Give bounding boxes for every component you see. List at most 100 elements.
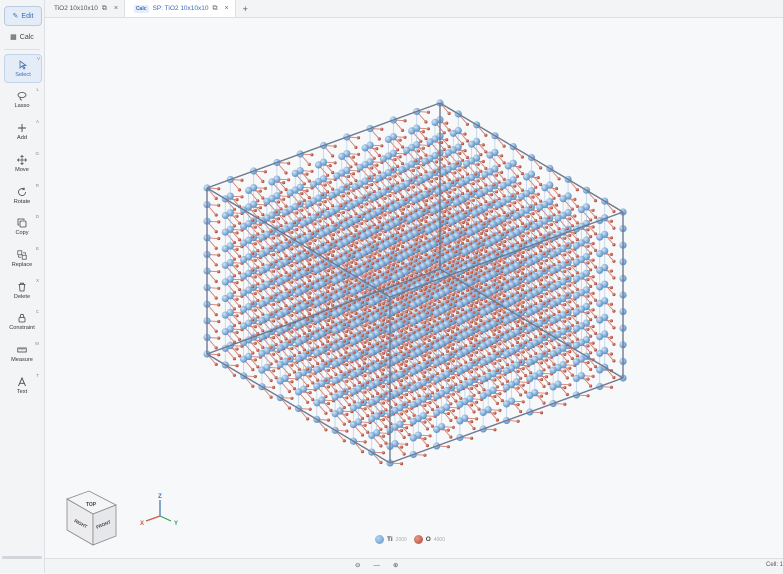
o-atom (298, 268, 301, 271)
mode-calc-button[interactable]: ▦ Calc (4, 27, 40, 47)
o-atom (396, 215, 399, 218)
o-atom (326, 207, 329, 210)
o-atom (275, 360, 278, 363)
o-atom (349, 165, 352, 168)
o-atom (445, 122, 448, 125)
tool-select-button[interactable]: V Select (4, 54, 42, 83)
o-atom (256, 365, 259, 368)
ti-atom (222, 295, 229, 302)
mode-edit-button[interactable]: ✎ Edit (4, 6, 42, 26)
o-atom (215, 346, 218, 349)
close-icon[interactable]: × (225, 5, 229, 12)
o-atom (484, 250, 487, 253)
o-atom (396, 181, 399, 184)
tool-add-button[interactable]: A Add (4, 118, 40, 146)
ti-atom (328, 192, 335, 199)
o-atom (352, 156, 355, 159)
open-external-icon[interactable]: ⧉ (102, 5, 107, 13)
o-atom (427, 111, 430, 114)
structure-view[interactable]: TOP RIGHT FRONT Z X Y (45, 18, 783, 558)
o-atom (284, 304, 287, 307)
tool-copy-button[interactable]: D Copy (4, 213, 40, 241)
tab-sp-calc[interactable]: Calc SP: TiO2 10x10x10 ⧉ × (125, 0, 236, 17)
o-atom (326, 340, 329, 343)
o-atom (433, 303, 436, 306)
o-atom (240, 195, 243, 198)
tool-constraint-button[interactable]: C Constraint (4, 308, 40, 336)
o-atom (217, 303, 220, 306)
o-atom (215, 247, 218, 250)
o-atom (298, 368, 301, 371)
tool-delete-button[interactable]: X Delete (4, 277, 40, 305)
o-atom (409, 212, 412, 215)
ti-atom (375, 175, 382, 182)
o-atom (373, 306, 376, 309)
o-atom (443, 214, 446, 217)
o-atom (503, 244, 506, 247)
o-atom (419, 206, 422, 209)
tab-tio2-structure[interactable]: TiO2 10x10x10 ⧉ × (45, 0, 125, 17)
o-atom (261, 180, 264, 183)
o-atom (409, 311, 412, 314)
o-atom (409, 179, 412, 182)
tool-measure-button[interactable]: M Measure (4, 340, 40, 368)
ti-atom (431, 119, 438, 126)
tool-text-button[interactable]: T Text (4, 372, 40, 400)
o-atom (300, 192, 303, 195)
o-atom (461, 292, 464, 295)
ti-atom (380, 155, 387, 162)
o-atom (238, 255, 241, 258)
o-atom (391, 267, 394, 270)
ti-atom (222, 245, 229, 252)
o-atom (342, 211, 345, 214)
tool-move-button[interactable]: G Move (4, 150, 40, 178)
o-atom (321, 276, 324, 279)
o-atom (458, 168, 461, 171)
o-atom (396, 264, 399, 267)
o-atom (217, 287, 220, 290)
o-atom (344, 201, 347, 204)
o-atom (443, 247, 446, 250)
o-atom (303, 215, 306, 218)
o-atom (433, 203, 436, 206)
o-atom (284, 238, 287, 241)
o-atom (279, 290, 282, 293)
o-atom (354, 312, 357, 315)
o-atom (279, 207, 282, 210)
o-atom (275, 210, 278, 213)
tool-replace-button[interactable]: E Replace (4, 245, 40, 273)
o-atom (414, 159, 417, 162)
tool-rotate-button[interactable]: R Rotate (4, 182, 40, 210)
o-atom (303, 232, 306, 235)
o-atom (461, 142, 464, 145)
o-atom (334, 161, 337, 164)
o-atom (235, 281, 238, 284)
o-atom (344, 185, 347, 188)
o-atom (424, 137, 427, 140)
tool-lasso-button[interactable]: L Lasso (4, 86, 40, 114)
o-atom (238, 188, 241, 191)
o-atom (261, 279, 264, 282)
add-tab-button[interactable]: + (236, 0, 255, 17)
o-atom (448, 178, 451, 181)
o-atom (419, 239, 422, 242)
o-atom (443, 164, 446, 167)
o-atom (235, 364, 238, 367)
o-atom (456, 261, 459, 264)
o-atom (354, 212, 357, 215)
o-atom (396, 165, 399, 168)
o-atom (238, 354, 241, 357)
o-atom (275, 310, 278, 313)
o-atom (479, 170, 482, 173)
close-icon[interactable]: × (114, 5, 118, 12)
o-atom (466, 239, 469, 242)
o-atom (326, 174, 329, 177)
o-atom (424, 187, 427, 190)
sidebar-scrollbar[interactable] (2, 556, 42, 559)
o-atom (217, 187, 220, 190)
open-external-icon[interactable]: ⧉ (213, 5, 218, 13)
o-atom (401, 245, 404, 248)
o-atom (259, 206, 262, 209)
3d-viewport[interactable]: TOP RIGHT FRONT Z X Y Ti 2000 O 4000 (45, 18, 783, 558)
o-atom (391, 234, 394, 237)
